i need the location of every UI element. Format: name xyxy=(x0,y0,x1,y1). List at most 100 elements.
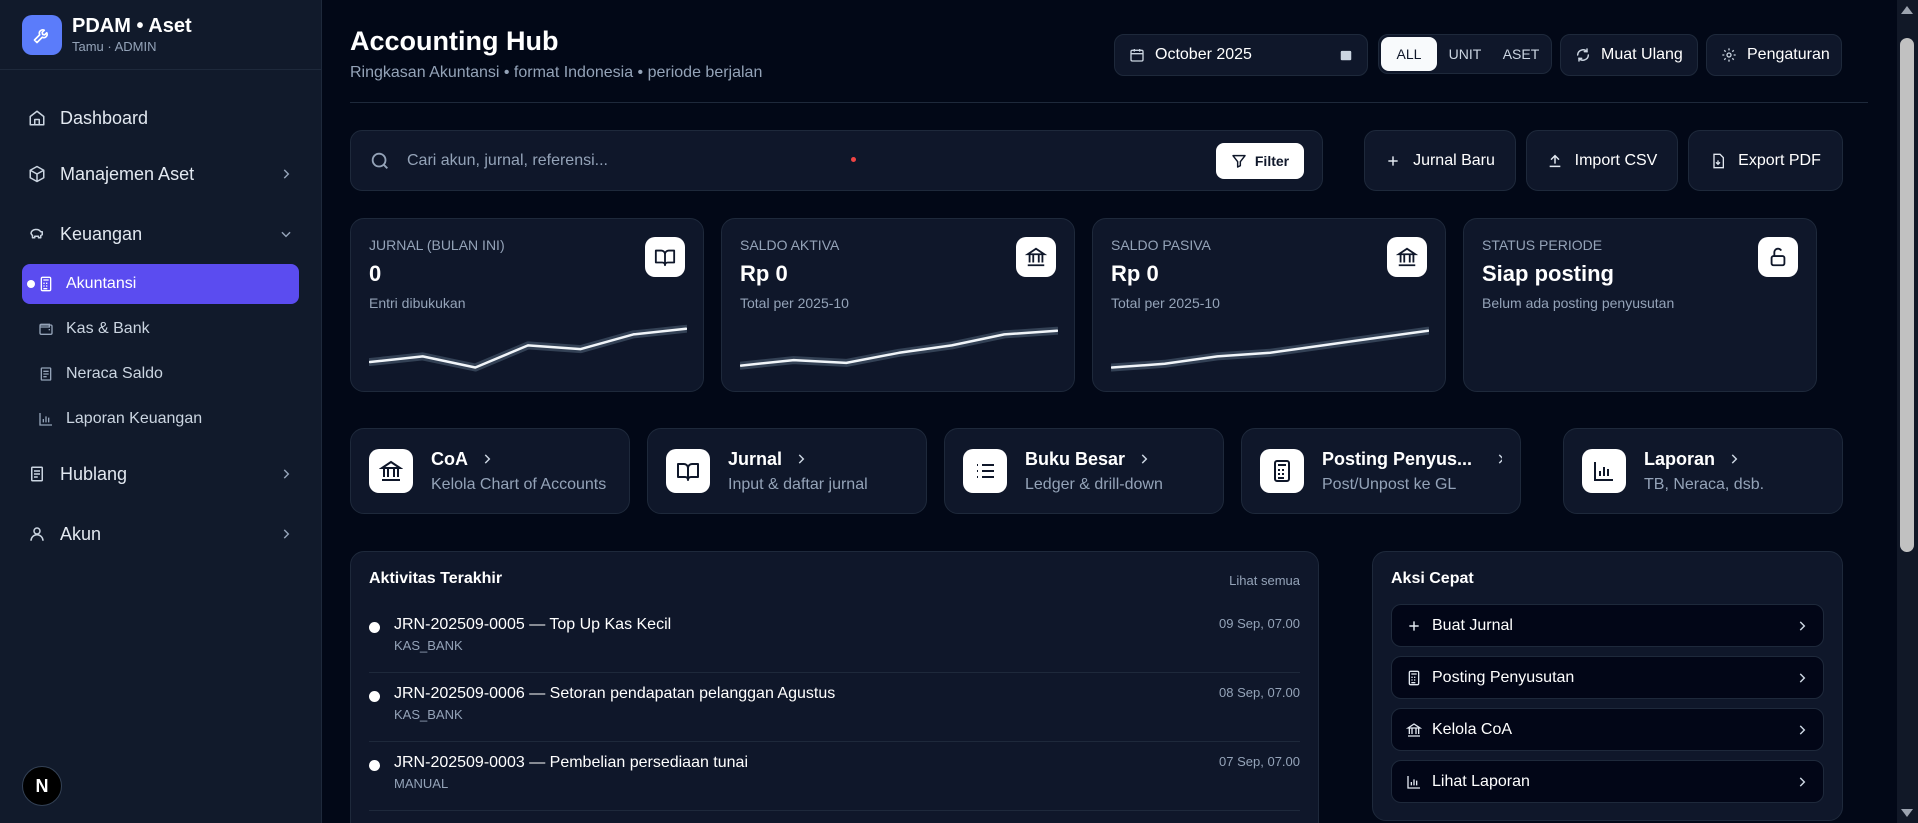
calculator-icon xyxy=(1260,449,1304,493)
quick-action-label: Posting Penyusutan xyxy=(1432,668,1575,686)
sidebar-item-label: Neraca Saldo xyxy=(66,365,163,382)
chevron-right-icon xyxy=(1795,723,1809,737)
export-pdf-button[interactable]: Export PDF xyxy=(1688,130,1843,191)
reload-button[interactable]: Muat Ulang xyxy=(1560,34,1698,76)
sidebar-item-akun[interactable]: Akun xyxy=(0,504,321,564)
shortcut-coa[interactable]: CoA Kelola Chart of Accounts xyxy=(350,428,630,514)
quick-action-lihat-laporan[interactable]: Lihat Laporan xyxy=(1391,760,1824,803)
home-icon xyxy=(28,109,46,127)
reload-label: Muat Ulang xyxy=(1601,46,1683,63)
kpi-value: Siap posting xyxy=(1482,261,1614,286)
export-pdf-label: Export PDF xyxy=(1738,151,1821,169)
import-csv-button[interactable]: Import CSV xyxy=(1526,130,1678,191)
sidebar-item-kas-bank[interactable]: Kas & Bank xyxy=(22,309,299,349)
bar-chart-icon xyxy=(38,411,54,427)
search-bar: Filter xyxy=(350,130,1323,191)
scroll-up-arrow-icon[interactable] xyxy=(1901,6,1913,14)
brand-title: PDAM • Aset xyxy=(72,15,192,37)
kpi-card-saldo-aktiva: Saldo Aktiva Rp 0 Total per 2025-10 xyxy=(721,218,1075,392)
bank-icon xyxy=(369,449,413,493)
chevron-right-icon xyxy=(1727,452,1741,466)
bank-icon xyxy=(1406,722,1422,738)
activity-type: KAS_BANK xyxy=(394,707,463,722)
sidebar-item-laporan-keuangan[interactable]: Laporan Keuangan xyxy=(22,399,299,439)
kpi-value: Rp 0 xyxy=(1111,261,1159,286)
sidebar: PDAM • Aset Tamu · ADMIN Dashboard Manaj… xyxy=(0,0,322,823)
shortcut-subtitle: Kelola Chart of Accounts xyxy=(431,475,607,493)
sidebar-item-label: Manajemen Aset xyxy=(60,163,195,184)
calculator-icon xyxy=(1406,670,1422,686)
sidebar-item-akuntansi[interactable]: Akuntansi xyxy=(22,264,299,304)
shortcut-posting-penyusutan[interactable]: Posting Penyus... Post/Unpost ke GL xyxy=(1241,428,1521,514)
shortcut-jurnal[interactable]: Jurnal Input & daftar jurnal xyxy=(647,428,927,514)
quick-action-label: Buat Jurnal xyxy=(1432,616,1513,634)
shortcut-buku-besar[interactable]: Buku Besar Ledger & drill-down xyxy=(944,428,1224,514)
shortcut-title: Jurnal xyxy=(728,448,783,469)
bar-chart-icon xyxy=(1406,774,1422,790)
plus-icon xyxy=(1385,153,1401,169)
sidebar-item-hublang[interactable]: Hublang xyxy=(0,444,321,504)
quick-action-posting-penyusutan[interactable]: Posting Penyusutan xyxy=(1391,656,1824,699)
kpi-value: Rp 0 xyxy=(740,261,788,286)
user-icon xyxy=(28,525,46,543)
bank-icon xyxy=(1387,237,1427,277)
scroll-down-arrow-icon[interactable] xyxy=(1901,809,1913,817)
settings-button[interactable]: Pengaturan xyxy=(1706,34,1842,76)
kpi-label: Jurnal (bulan ini) xyxy=(369,237,505,253)
list-item[interactable]: JRN-202509-0005 — Top Up Kas Kecil KAS_B… xyxy=(369,604,1300,673)
import-csv-label: Import CSV xyxy=(1574,151,1658,169)
scope-segmented-control: ALL UNIT ASET xyxy=(1378,34,1552,74)
activity-list: JRN-202509-0005 — Top Up Kas Kecil KAS_B… xyxy=(369,604,1300,811)
list-icon xyxy=(963,449,1007,493)
nextjs-badge[interactable]: N xyxy=(22,766,62,806)
page-header: Accounting Hub Ringkasan Akuntansi • for… xyxy=(350,0,1868,103)
book-icon xyxy=(645,237,685,277)
page-subtitle: Ringkasan Akuntansi • format Indonesia •… xyxy=(350,64,763,81)
scope-aset[interactable]: ASET xyxy=(1493,37,1549,71)
upload-icon xyxy=(1547,153,1563,169)
chevron-right-icon xyxy=(1137,452,1151,466)
scope-unit[interactable]: UNIT xyxy=(1437,37,1493,71)
kpi-label: Saldo Aktiva xyxy=(740,237,840,253)
sidebar-nav: Dashboard Manajemen Aset Keuangan Akunta… xyxy=(0,70,321,564)
search-input[interactable] xyxy=(407,151,1007,170)
shortcut-subtitle: TB, Neraca, dsb. xyxy=(1644,475,1765,493)
chevron-right-icon xyxy=(1795,671,1809,685)
activity-type: KAS_BANK xyxy=(394,638,463,653)
box-icon xyxy=(28,165,46,183)
kpi-note: Total per 2025-10 xyxy=(740,295,849,311)
period-value: October 2025 xyxy=(1155,46,1252,63)
chevron-right-icon xyxy=(480,452,494,466)
chevron-right-icon xyxy=(279,167,293,181)
calendar-icon xyxy=(1129,47,1145,63)
activity-time: 09 Sep, 07.00 xyxy=(1219,616,1300,631)
panel-title: Aktivitas Terakhir xyxy=(369,570,503,587)
quick-action-kelola-coa[interactable]: Kelola CoA xyxy=(1391,708,1824,751)
scroll-thumb[interactable] xyxy=(1900,38,1914,552)
sidebar-item-aset[interactable]: Manajemen Aset xyxy=(0,144,321,204)
wrench-icon xyxy=(22,14,62,55)
filter-label: Filter xyxy=(1254,152,1290,169)
sidebar-item-neraca-saldo[interactable]: Neraca Saldo xyxy=(22,354,299,394)
shortcut-subtitle: Input & daftar jurnal xyxy=(728,475,868,493)
activity-title: JRN-202509-0003 — Pembelian persediaan t… xyxy=(394,754,748,771)
list-item[interactable]: JRN-202509-0006 — Setoran pendapatan pel… xyxy=(369,673,1300,742)
brand-subtitle: Tamu · ADMIN xyxy=(72,39,157,54)
keuangan-submenu: Akuntansi Kas & Bank Neraca Saldo Lapora… xyxy=(0,264,321,439)
page-scrollbar[interactable] xyxy=(1897,0,1918,823)
scope-all[interactable]: ALL xyxy=(1381,37,1437,71)
quick-action-buat-jurnal[interactable]: Buat Jurnal xyxy=(1391,604,1824,647)
sidebar-item-keuangan[interactable]: Keuangan xyxy=(0,204,321,264)
calculator-icon xyxy=(38,276,54,292)
filter-button[interactable]: Filter xyxy=(1216,142,1304,179)
see-all-link[interactable]: Lihat semua xyxy=(1229,573,1300,588)
document-icon xyxy=(38,366,54,382)
period-input[interactable]: October 2025 xyxy=(1114,34,1368,76)
calendar-picker-icon[interactable] xyxy=(1339,48,1353,62)
sidebar-item-dashboard[interactable]: Dashboard xyxy=(0,92,321,144)
new-journal-button[interactable]: Jurnal Baru xyxy=(1364,130,1516,191)
list-item[interactable]: JRN-202509-0003 — Pembelian persediaan t… xyxy=(369,742,1300,811)
shortcut-laporan[interactable]: Laporan TB, Neraca, dsb. xyxy=(1563,428,1843,514)
wallet-icon xyxy=(38,321,54,337)
sidebar-item-label: Akun xyxy=(60,523,102,544)
